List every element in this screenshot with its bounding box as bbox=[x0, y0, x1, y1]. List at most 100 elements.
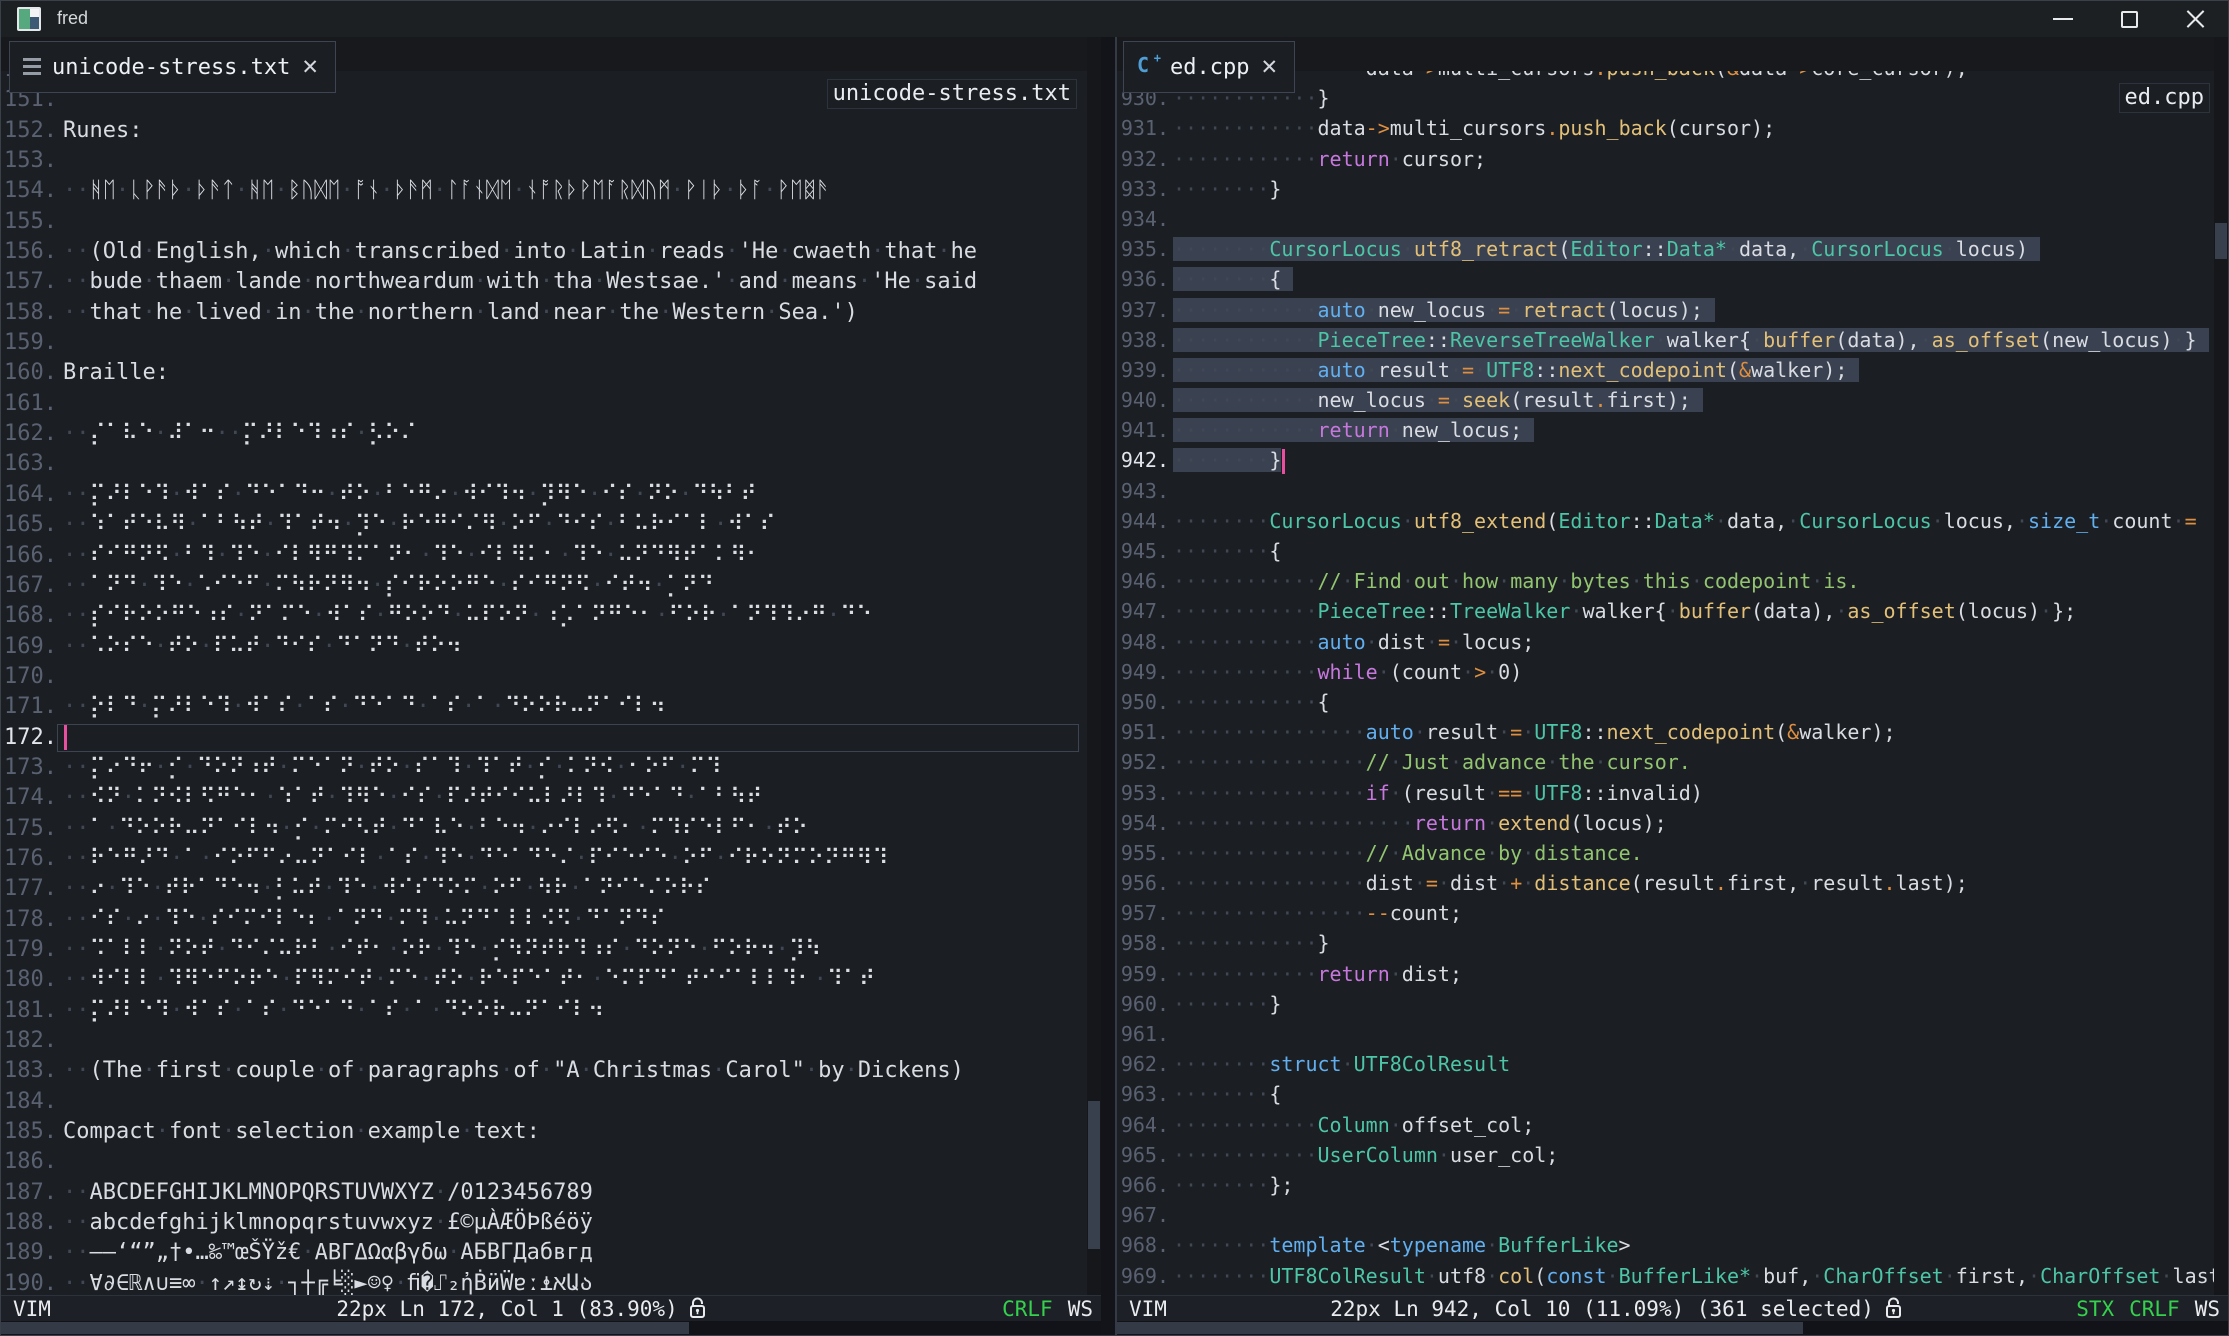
code-line-960[interactable]: 960.········} bbox=[1117, 989, 2214, 1019]
right-vertical-scrollbar[interactable] bbox=[2214, 37, 2228, 1295]
code-line-951[interactable]: 951.················auto·result·=·UTF8::… bbox=[1117, 717, 2214, 747]
code-line-935[interactable]: 935.········CursorLocus·utf8_retract(Edi… bbox=[1117, 234, 2214, 264]
code-line-170[interactable]: 170. bbox=[1, 662, 1087, 692]
code-line-175[interactable]: 175.··⠁·⠙⠕⠕⠗⠤⠝⠁⠊⠇⠲·⡊·⠍⠊⠣⠞·⠙⠁⠧⠑·⠃⠑⠲·⠔⠊⠇⠔⠫… bbox=[1, 814, 1087, 844]
code-line-181[interactable]: 181.··⡍⠜⠇⠑⠹·⠺⠁⠎·⠁⠎·⠙⠑⠁⠙·⠁⠎·⠁·⠙⠕⠕⠗⠤⠝⠁⠊⠇⠲ bbox=[1, 996, 1087, 1026]
code-line-179[interactable]: 179.··⠩⠁⠇⠇·⠝⠕⠞·⠙⠊⠌⠥⠗⠃·⠊⠞⠂·⠕⠗·⠹⠑·⡊⠳⠝⠞⠗⠹⠰⠎… bbox=[1, 935, 1087, 965]
code-line-183[interactable]: 183.··(The·first·couple·of·paragraphs·of… bbox=[1, 1056, 1087, 1086]
code-line-954[interactable]: 954.····················return·extend(lo… bbox=[1117, 808, 2214, 838]
code-line-952[interactable]: 952.················//·Just·advance·the·… bbox=[1117, 747, 2214, 777]
code-line-178[interactable]: 178.··⠊⠎·⠔·⠹⠑·⠎⠊⠍⠊⠇⠑⠆·⠁⠝⠙·⠍⠹·⠥⠝⠙⠁⠇⠇⠪⠫·⠙⠁… bbox=[1, 905, 1087, 935]
code-line-173[interactable]: 173.··⡍⠔⠙⠖·⡊·⠙⠕⠝⠰⠞·⠍⠑⠁⠝·⠞⠕·⠎⠁⠹·⠹⠁⠞·⡊·⠅⠝⠪… bbox=[1, 753, 1087, 783]
code-line-186[interactable]: 186. bbox=[1, 1147, 1087, 1177]
code-line-959[interactable]: 959.············return·dist; bbox=[1117, 959, 2214, 989]
code-token: BufferLike bbox=[1498, 1233, 1618, 1257]
code-line-180[interactable]: 180.··⠺⠊⠇⠇·⠹⠻⠑⠋⠕⠗⠑·⠏⠻⠍⠊⠞·⠍⠑·⠞⠕·⠗⠑⠏⠑⠁⠞⠂·⠑… bbox=[1, 965, 1087, 995]
code-line-160[interactable]: 160.Braille: bbox=[1, 358, 1087, 388]
tab-close-icon[interactable]: ✕ bbox=[1260, 55, 1278, 79]
code-line-948[interactable]: 948.············auto·dist·=·locus; bbox=[1117, 627, 2214, 657]
code-line-963[interactable]: 963.········{ bbox=[1117, 1079, 2214, 1109]
code-line-958[interactable]: 958.············} bbox=[1117, 928, 2214, 958]
code-line-188[interactable]: 188.··abcdefghijklmnopqrstuvwxyz·£©µÀÆÖÞ… bbox=[1, 1208, 1087, 1238]
code-line-156[interactable]: 156.··(Old·English,·which·transcribed·in… bbox=[1, 237, 1087, 267]
code-line-961[interactable]: 961. bbox=[1117, 1019, 2214, 1049]
code-line-182[interactable]: 182. bbox=[1, 1026, 1087, 1056]
code-line-172[interactable]: 172. bbox=[1, 723, 1087, 753]
code-line-944[interactable]: 944.········CursorLocus·utf8_extend(Edit… bbox=[1117, 506, 2214, 536]
left-vertical-scrollbar-thumb[interactable] bbox=[1088, 1101, 1100, 1249]
code-line-946[interactable]: 946.············//·Find·out·how·many·byt… bbox=[1117, 566, 2214, 596]
code-line-932[interactable]: 932.············return·cursor; bbox=[1117, 144, 2214, 174]
code-line-185[interactable]: 185.Compact·font·selection·example·text: bbox=[1, 1117, 1087, 1147]
code-line-159[interactable]: 159. bbox=[1, 328, 1087, 358]
code-line-964[interactable]: 964.············Column·offset_col; bbox=[1117, 1110, 2214, 1140]
code-line-956[interactable]: 956.················dist·=·dist·+·distan… bbox=[1117, 868, 2214, 898]
code-line-164[interactable]: 164.··⡍⠜⠇⠑⠹·⠺⠁⠎·⠙⠑⠁⠙⠒·⠞⠕·⠃⠑⠛⠔·⠺⠊⠹⠲·⡹⠻⠑·⠊… bbox=[1, 480, 1087, 510]
code-line-949[interactable]: 949.············while·(count·>·0) bbox=[1117, 657, 2214, 687]
code-line-969[interactable]: 969.········UTF8ColResult·utf8·col(const… bbox=[1117, 1261, 2214, 1291]
code-line-157[interactable]: 157.··bude·thaem·lande·northweardum·with… bbox=[1, 267, 1087, 297]
code-line-176[interactable]: 176.··⠗⠑⠛⠜⠙·⠁·⠊⠕⠋⠋⠔⠤⠝⠁⠊⠇·⠁⠎·⠹⠑·⠙⠑⠁⠙⠑⠌·⠏⠊… bbox=[1, 844, 1087, 874]
close-button[interactable] bbox=[2162, 1, 2228, 37]
code-line-933[interactable]: 933.········} bbox=[1117, 174, 2214, 204]
tab-ed-cpp[interactable]: C+ ed.cpp ✕ bbox=[1123, 41, 1295, 93]
code-line-171[interactable]: 171.··⡕⠇⠙·⡍⠜⠇⠑⠹·⠺⠁⠎·⠁⠎·⠙⠑⠁⠙·⠁⠎·⠁·⠙⠕⠕⠗⠤⠝⠁… bbox=[1, 692, 1087, 722]
right-vertical-scrollbar-thumb[interactable] bbox=[2215, 223, 2227, 259]
code-line-165[interactable]: 165.··⠱⠁⠞⠑⠧⠻·⠁⠃⠳⠞·⠹⠁⠞⠲·⡹⠑·⠗⠑⠛⠊⠌⠻·⠕⠋·⠙⠊⠎·… bbox=[1, 510, 1087, 540]
whitespace-dots: · bbox=[2100, 509, 2112, 533]
code-line-163[interactable]: 163. bbox=[1, 449, 1087, 479]
code-line-174[interactable]: 174.··⠪⠝·⠅⠝⠪⠇⠫⠛⠑⠂·⠱⠁⠞·⠹⠻⠑·⠊⠎·⠏⠜⠞⠊⠊⠥⠇⠜⠇⠹·… bbox=[1, 783, 1087, 813]
right-code-area[interactable]: 929.················data->multi_cursors.… bbox=[1117, 37, 2214, 1295]
code-line-955[interactable]: 955.················//·Advance·by·distan… bbox=[1117, 838, 2214, 868]
code-line-937[interactable]: 937.············auto·new_locus·=·retract… bbox=[1117, 295, 2214, 325]
tab-close-icon[interactable]: ✕ bbox=[301, 55, 319, 79]
tab-unicode-stress[interactable]: unicode-stress.txt ✕ bbox=[9, 41, 336, 93]
pane-divider[interactable] bbox=[1101, 37, 1115, 1335]
code-token: dist; bbox=[1402, 962, 1462, 986]
code-line-155[interactable]: 155. bbox=[1, 207, 1087, 237]
code-line-966[interactable]: 966.········}; bbox=[1117, 1170, 2214, 1200]
code-line-942[interactable]: 942.········} bbox=[1117, 445, 2214, 475]
code-line-152[interactable]: 152.Runes: bbox=[1, 116, 1087, 146]
code-line-169[interactable]: 169.··⠡⠕⠎⠑·⠞⠕·⠏⠥⠞·⠙⠊⠎·⠙⠁⠝⠙·⠞⠕⠲ bbox=[1, 632, 1087, 662]
code-line-153[interactable]: 153. bbox=[1, 146, 1087, 176]
code-line-965[interactable]: 965.············UserColumn·user_col; bbox=[1117, 1140, 2214, 1170]
code-line-158[interactable]: 158.··that·he·lived·in·the·northern·land… bbox=[1, 298, 1087, 328]
code-line-189[interactable]: 189.··–—‘“”„†•…‰™œŠŸž€·ΑΒΓΔΩαβγδω·АБВГДа… bbox=[1, 1238, 1087, 1268]
code-line-945[interactable]: 945.········{ bbox=[1117, 536, 2214, 566]
code-line-154[interactable]: 154.··ᚻᛖ·ᚳᚹᚫᚦ·ᚦᚫᛏ·ᚻᛖ·ᛒᚢᛞᛖ·ᚩᚾ·ᚦᚫᛗ·ᛚᚪᚾᛞᛖ·ᚾ… bbox=[1, 176, 1087, 206]
code-line-938[interactable]: 938.············PieceTree::ReverseTreeWa… bbox=[1117, 325, 2214, 355]
code-line-940[interactable]: 940.············new_locus·=·seek(result.… bbox=[1117, 385, 2214, 415]
left-horizontal-scrollbar[interactable] bbox=[1, 1321, 1101, 1335]
minimize-button[interactable] bbox=[2030, 1, 2096, 37]
left-vertical-scrollbar[interactable] bbox=[1087, 37, 1101, 1295]
code-line-936[interactable]: 936.········{ bbox=[1117, 264, 2214, 294]
left-code-area[interactable]: 150.··ተንኮለኛ·በግብሩ·ይታወቃል።151.152.Runes:153… bbox=[1, 37, 1087, 1295]
code-line-187[interactable]: 187.··ABCDEFGHIJKLMNOPQRSTUVWXYZ·/012345… bbox=[1, 1178, 1087, 1208]
code-line-161[interactable]: 161. bbox=[1, 389, 1087, 419]
code-line-950[interactable]: 950.············{ bbox=[1117, 687, 2214, 717]
code-line-166[interactable]: 166.··⠎⠊⠛⠝⠫·⠃⠹·⠹⠑·⠊⠇⠻⠛⠹⠍⠁⠝⠂·⠹⠑·⠊⠇⠻⠅⠂·⠹⠑·… bbox=[1, 541, 1087, 571]
code-line-939[interactable]: 939.············auto·result·=·UTF8::next… bbox=[1117, 355, 2214, 385]
code-line-967[interactable]: 967. bbox=[1117, 1200, 2214, 1230]
code-line-968[interactable]: 968.········template·<typename·BufferLik… bbox=[1117, 1230, 2214, 1260]
code-line-941[interactable]: 941.············return·new_locus; bbox=[1117, 415, 2214, 445]
code-line-167[interactable]: 167.··⠁⠝⠙·⠹⠑·⠡⠊⠑⠋·⠍⠳⠗⠝⠻⠲·⡎⠊⠗⠕⠕⠛⠑·⠎⠊⠛⠝⠫·⠊… bbox=[1, 571, 1087, 601]
code-line-168[interactable]: 168.··⡎⠊⠗⠕⠕⠛⠑⠰⠎·⠝⠁⠍⠑·⠺⠁⠎·⠛⠕⠕⠙·⠥⠏⠕⠝·⠰⡡⠁⠝⠛… bbox=[1, 601, 1087, 631]
maximize-button[interactable] bbox=[2096, 1, 2162, 37]
code-line-177[interactable]: 177.··⠔·⠹⠑·⠞⠗⠁⠙⠑⠲·⡃⠥⠞·⠹⠑·⠺⠊⠎⠙⠕⠍·⠕⠋·⠳⠗·⠁⠝… bbox=[1, 874, 1087, 904]
code-line-931[interactable]: 931.············data->multi_cursors.push… bbox=[1117, 113, 2214, 143]
code-line-184[interactable]: 184. bbox=[1, 1087, 1087, 1117]
code-line-190[interactable]: 190.··∀∂∈ℝ∧∪≡∞·↑↗↨↻⇣·┐┼╔╘░►☺♀·ﬁ�⑀₂ἠḂӥẄɐː… bbox=[1, 1269, 1087, 1295]
right-horizontal-scrollbar-thumb[interactable] bbox=[1117, 1322, 1803, 1334]
code-line-953[interactable]: 953.················if·(result·==·UTF8::… bbox=[1117, 778, 2214, 808]
code-line-947[interactable]: 947.············PieceTree::TreeWalker·wa… bbox=[1117, 596, 2214, 626]
code-line-943[interactable]: 943. bbox=[1117, 476, 2214, 506]
code-line-162[interactable]: 162.··⡌⠁⠧⠑·⠼⠁⠒··⡍⠜⠇⠑⠹⠰⠎·⡣⠕⠌ bbox=[1, 419, 1087, 449]
code-line-934[interactable]: 934. bbox=[1117, 204, 2214, 234]
left-horizontal-scrollbar-thumb[interactable] bbox=[1, 1322, 689, 1334]
whitespace-dots: ········ bbox=[1173, 448, 1269, 472]
right-horizontal-scrollbar[interactable] bbox=[1117, 1321, 2228, 1335]
code-line-957[interactable]: 957.················--count; bbox=[1117, 898, 2214, 928]
code-line-962[interactable]: 962.········struct·UTF8ColResult bbox=[1117, 1049, 2214, 1079]
